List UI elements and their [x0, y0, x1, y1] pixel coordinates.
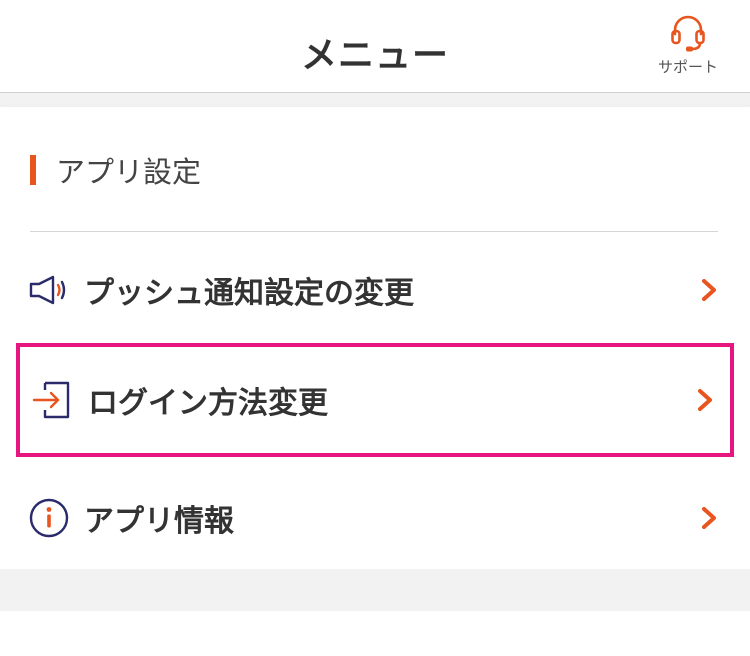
page-title: メニュー — [300, 35, 449, 76]
info-icon — [28, 497, 70, 539]
headset-icon — [648, 14, 728, 52]
support-label: サポート — [657, 58, 718, 76]
chevron-right-icon — [700, 278, 718, 302]
header-spacer — [0, 93, 750, 107]
login-icon — [32, 379, 74, 421]
menu-item-label: プッシュ通知設定の変更 — [84, 276, 414, 311]
menu-item-label: アプリ情報 — [84, 504, 234, 539]
section-accent-bar — [30, 155, 36, 185]
chevron-right-icon — [696, 388, 714, 412]
chevron-right-icon — [700, 506, 718, 530]
menu-item-label: ログイン方法変更 — [88, 386, 328, 421]
app-header: メニュー サポート — [0, 0, 750, 93]
menu-item-login-method[interactable]: ログイン方法変更 — [16, 343, 734, 457]
megaphone-icon — [28, 269, 70, 311]
menu-item-app-info[interactable]: アプリ情報 — [16, 461, 734, 575]
section-title: アプリ設定 — [56, 155, 202, 189]
support-button[interactable]: サポート — [648, 14, 728, 84]
footer-spacer — [0, 569, 750, 611]
section-header: アプリ設定 — [30, 153, 201, 189]
settings-card: アプリ設定 プッシュ通知設定の変更 ログイン方法変更 アプリ情報 — [0, 107, 750, 569]
menu-item-push-notification[interactable]: プッシュ通知設定の変更 — [16, 233, 734, 347]
divider — [30, 231, 718, 232]
